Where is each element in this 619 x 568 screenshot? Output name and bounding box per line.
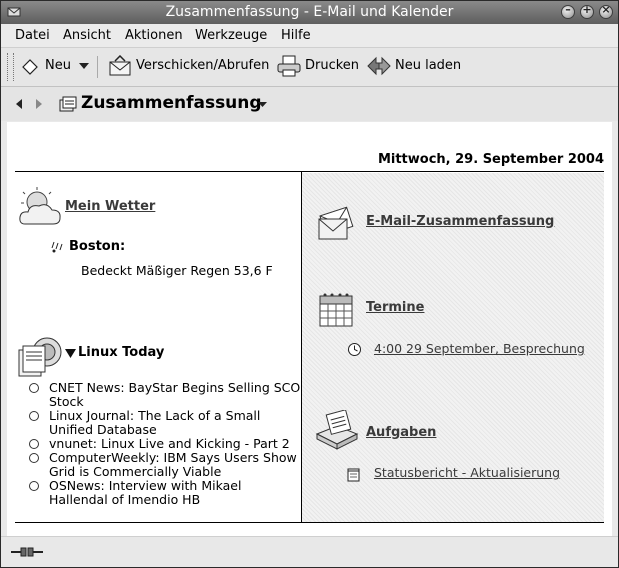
print-label: Drucken [305,58,360,73]
title-bar[interactable]: Zusammenfassung - E-Mail und Kalender – … [1,1,618,24]
toolbar-separator [97,56,98,78]
navigation-bar: Zusammenfassung [1,87,618,121]
news-item-line2: Grid is Commercially Viable [49,464,222,479]
news-title: Linux Today [78,345,165,360]
minimize-icon: – [565,3,571,16]
tasks-link[interactable]: Aufgaben [366,425,436,440]
weather-title-link[interactable]: Mein Wetter [65,199,155,214]
summary-date: Mittwoch, 29. September 2004 [377,152,604,167]
printer-icon [277,55,301,77]
menu-ansicht[interactable]: Ansicht [63,28,111,43]
new-document-icon [22,59,38,75]
send-receive-label: Verschicken/Abrufen [136,58,270,73]
new-button-label: Neu [45,58,71,73]
window-title: Zusammenfassung - E-Mail und Kalender [165,4,454,20]
news-feed-icon [18,337,62,377]
news-item-line1: vnunet: Linux Live and Kicking - Part 2 [49,436,290,451]
status-bar [1,536,618,567]
appointment-item-link[interactable]: 4:00 29 September, Besprechung [374,341,585,356]
toolbar: Neu Verschicken/Abrufen Drucken Neu lade… [1,48,618,87]
menu-hilfe[interactable]: Hilfe [281,28,311,43]
news-item-line2: Unified Database [49,422,157,437]
news-collapse-icon[interactable] [65,349,76,359]
forward-arrow-icon[interactable] [35,99,43,109]
news-bullet-icon [29,481,39,491]
send-receive-icon [109,55,131,76]
weather-city: Boston: [69,239,125,254]
back-arrow-icon[interactable] [15,99,23,109]
mail-summary-link[interactable]: E-Mail-Zusammenfassung [366,214,554,229]
maximize-icon: + [582,3,592,16]
task-item-icon [347,468,360,482]
menu-aktionen[interactable]: Aktionen [125,28,183,43]
reload-icon [367,56,391,76]
appointments-link[interactable]: Termine [366,300,424,315]
summary-content: Mittwoch, 29. September 2004 Mein Wetter… [7,122,612,536]
menu-werkzeuge[interactable]: Werkzeuge [195,28,267,43]
reload-label: Neu laden [395,58,462,73]
weather-rain-icon [51,241,63,253]
news-item-line1: ComputerWeekly: IBM Says Users Show [49,450,297,465]
news-bullet-icon [29,383,39,393]
top-divider [15,171,604,172]
news-bullet-icon [29,411,39,421]
news-item-line1: OSNews: Interview with Mikael [49,478,242,493]
news-item[interactable]: ComputerWeekly: IBM Says Users Show Grid … [49,451,301,479]
minimize-button[interactable]: – [561,3,575,19]
menu-bar: Datei Ansicht Aktionen Werkzeuge Hilfe [1,24,618,48]
weather-condition: Bedeckt Mäßiger Regen 53,6 F [81,263,273,278]
column-divider [301,172,302,522]
news-item-line1: CNET News: BayStar Begins Selling SCO [49,380,301,395]
close-button[interactable]: × [599,3,613,19]
nav-title[interactable]: Zusammenfassung [81,93,262,113]
weather-icon [19,187,61,225]
connection-status-icon[interactable] [11,546,43,558]
nav-dropdown-icon[interactable] [258,102,267,108]
news-bullet-icon [29,453,39,463]
weather-city-suffix: : [119,239,126,254]
news-item[interactable]: vnunet: Linux Live and Kicking - Part 2 [49,437,301,451]
close-icon: × [601,3,611,16]
summary-icon [59,96,77,112]
task-item-link[interactable]: Statusbericht - Aktualisierung [374,465,560,480]
news-item[interactable]: OSNews: Interview with Mikael Hallendal o… [49,479,301,507]
news-item-line1: Linux Journal: The Lack of a Small [49,408,261,423]
tasks-icon [315,410,359,450]
bottom-divider [15,522,604,523]
maximize-button[interactable]: + [580,3,594,19]
appointment-clock-icon [348,343,361,356]
chevron-down-icon[interactable] [79,63,89,70]
toolbar-grip[interactable] [7,53,14,81]
news-bullet-icon [29,439,39,449]
mail-summary-icon [318,206,354,240]
news-item-line2: Hallendal of Imendio HB [49,492,201,507]
app-window: Zusammenfassung - E-Mail und Kalender – … [0,0,619,568]
menu-datei[interactable]: Datei [15,28,50,43]
news-item-line2: Stock [49,394,84,409]
calendar-icon [319,293,353,327]
weather-city-name: Boston [69,239,120,254]
news-item[interactable]: Linux Journal: The Lack of a Small Unifie… [49,409,301,437]
news-item[interactable]: CNET News: BayStar Begins Selling SCO Sto… [49,381,301,409]
